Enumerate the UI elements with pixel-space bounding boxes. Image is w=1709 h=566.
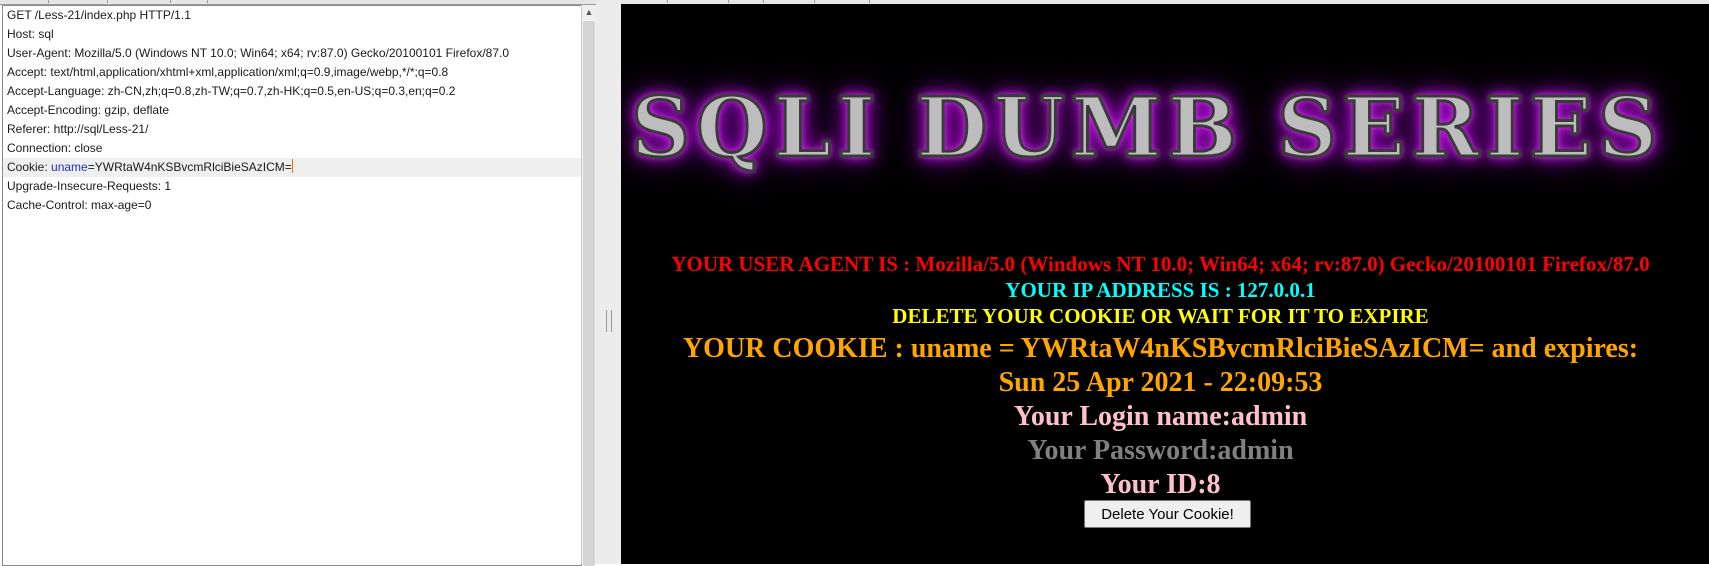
upgrade-insecure-header[interactable]: Upgrade-Insecure-Requests: 1 [3,177,581,196]
user-id-text: Your ID:8 [1100,469,1221,500]
cookie-header[interactable]: Cookie: uname=YWRtaW4nKSBvcmRlciBieSAzIC… [3,158,581,177]
ip-address-text: YOUR IP ADDRESS IS : 127.0.0.1 [1005,278,1316,302]
pane-splitter[interactable] [596,0,621,564]
cookie-value: =YWRtaW4nKSBvcmRlciBieSAzICM= [87,160,292,174]
login-name-text: Your Login name:admin [1013,401,1308,432]
cookie-key: uname [51,160,88,174]
cookie-header-name: Cookie: [7,160,52,174]
delete-cookie-button[interactable]: Delete Your Cookie! [1084,500,1251,528]
cookie-info-text: YOUR COOKIE : uname = YWRtaW4nKSBvcmRlci… [682,333,1639,364]
text-caret [291,159,293,173]
password-text: Your Password:admin [1027,435,1294,466]
request-editor[interactable]: GET /Less-21/index.php HTTP/1.1 Host: sq… [2,5,582,566]
scroll-thumb[interactable] [583,21,595,566]
response-tab-strip[interactable] [621,0,1709,4]
accept-language-header[interactable]: Accept-Language: zh-CN,zh;q=0.8,zh-TW;q=… [3,82,581,101]
connection-header[interactable]: Connection: close [3,139,581,158]
request-line[interactable]: GET /Less-21/index.php HTTP/1.1 [3,6,581,25]
accept-encoding-header[interactable]: Accept-Encoding: gzip, deflate [3,101,581,120]
host-header[interactable]: Host: sql [3,25,581,44]
sqli-banner-logo: SQLI DUMB SERIES [629,79,1664,178]
delete-notice-text: DELETE YOUR COOKIE OR WAIT FOR IT TO EXP… [892,304,1429,328]
referer-header[interactable]: Referer: http://sql/Less-21/ [3,120,581,139]
response-render-pane: SQLI DUMB SERIES YOUR USER AGENT IS : Mo… [621,0,1709,564]
user-agent-header[interactable]: User-Agent: Mozilla/5.0 (Windows NT 10.0… [3,44,581,63]
cookie-expiry-text: Sun 25 Apr 2021 - 22:09:53 [998,367,1323,398]
request-pane: GET /Less-21/index.php HTTP/1.1 Host: sq… [0,0,596,566]
editor-scrollbar[interactable]: ▲ [581,5,596,566]
splitter-grip-icon[interactable] [606,310,612,332]
scroll-up-arrow-icon[interactable]: ▲ [582,5,596,19]
accept-header[interactable]: Accept: text/html,application/xhtml+xml,… [3,63,581,82]
user-agent-text: YOUR USER AGENT IS : Mozilla/5.0 (Window… [671,252,1650,276]
cache-control-header[interactable]: Cache-Control: max-age=0 [3,196,581,215]
